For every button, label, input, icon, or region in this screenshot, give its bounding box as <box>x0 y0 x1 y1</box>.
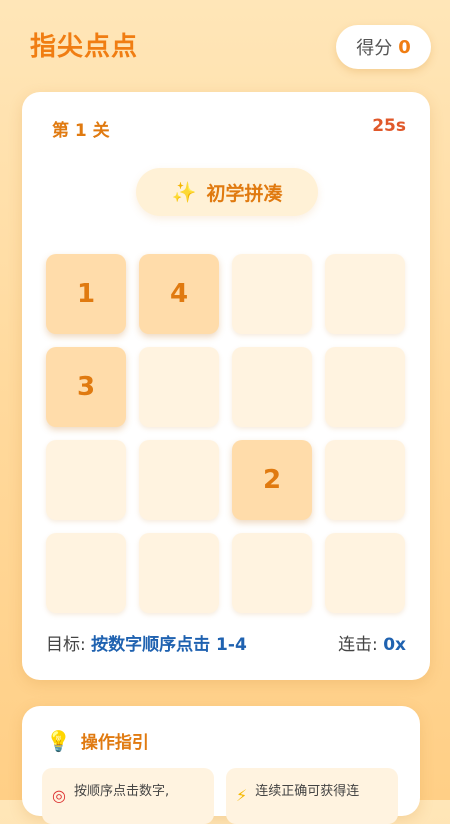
grid-tile-3-2[interactable] <box>232 533 312 613</box>
score-label: 得分 <box>356 38 393 59</box>
grid-tile-0-2[interactable] <box>232 254 312 334</box>
grid-tile-2-0[interactable] <box>46 440 126 520</box>
target-value: 按数字顺序点击 1-4 <box>91 635 247 655</box>
lightning-icon: ⚡ <box>236 786 248 805</box>
grid-tile-0-0[interactable]: 1 <box>46 254 126 334</box>
guide-title: 💡 操作指引 <box>46 728 149 754</box>
timer: 25s <box>372 116 406 136</box>
grid-tile-2-1[interactable] <box>139 440 219 520</box>
grid-tile-2-2[interactable]: 2 <box>232 440 312 520</box>
combo-value: 0x <box>383 635 406 655</box>
grid-tile-2-3[interactable] <box>325 440 405 520</box>
score-value: 0 <box>398 36 411 58</box>
header: 指尖点点 得分 0 <box>0 0 450 90</box>
level-label: 第 1 关 <box>52 121 110 141</box>
score-display: 得分 0 <box>336 25 431 69</box>
grid-tile-1-0[interactable]: 3 <box>46 347 126 427</box>
target-label: 目标: <box>46 635 86 655</box>
sparkles-icon: ✨ <box>171 180 197 204</box>
combo-display: 连击: 0x <box>338 630 406 655</box>
grid-tile-3-0[interactable] <box>46 533 126 613</box>
grid-tile-0-3[interactable] <box>325 254 405 334</box>
combo-label: 连击: <box>338 635 378 655</box>
game-card: 第 1 关 25s ✨ 初学拼凑 143 2 目标: 按数字顺序点击 1-4 连击… <box>22 92 430 680</box>
guide-item: ⚡ 连续正确可获得连 <box>226 768 398 824</box>
lightbulb-icon: 💡 <box>46 728 71 753</box>
app-title: 指尖点点 <box>30 32 139 62</box>
grid-tile-0-1[interactable]: 4 <box>139 254 219 334</box>
guide-item-text: 连续正确可获得连 <box>255 784 360 799</box>
grid-tile-1-3[interactable] <box>325 347 405 427</box>
tile-grid: 143 2 <box>46 254 406 614</box>
mode-badge: ✨ 初学拼凑 <box>136 168 318 216</box>
guide-title-text: 操作指引 <box>80 733 149 753</box>
grid-tile-1-1[interactable] <box>139 347 219 427</box>
mode-label: 初学拼凑 <box>206 182 283 205</box>
grid-tile-1-2[interactable] <box>232 347 312 427</box>
guide-item-text: 按顺序点击数字, <box>73 784 170 799</box>
grid-tile-3-3[interactable] <box>325 533 405 613</box>
status-row: 目标: 按数字顺序点击 1-4 连击: 0x <box>46 630 406 656</box>
target-icon: ◎ <box>52 786 66 805</box>
grid-tile-3-1[interactable] <box>139 533 219 613</box>
guide-item: ◎ 按顺序点击数字, <box>42 768 214 824</box>
